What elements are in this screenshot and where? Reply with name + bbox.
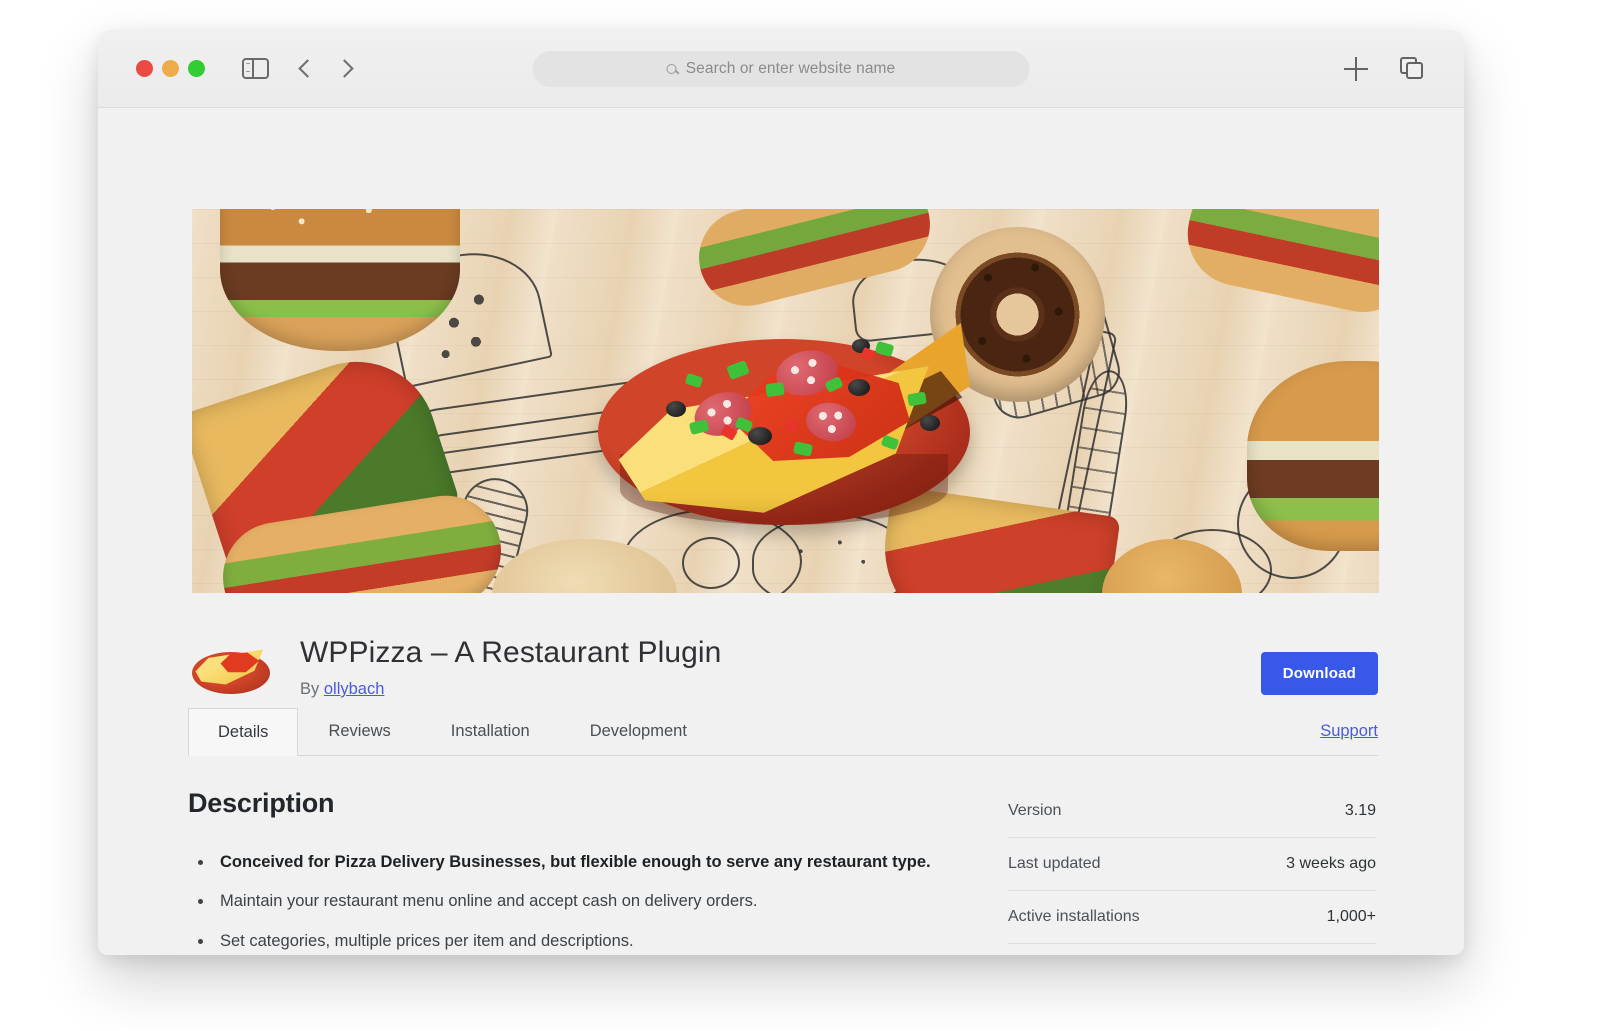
zoom-window-button[interactable] — [188, 60, 205, 77]
description-section: Description Conceived for Pizza Delivery… — [188, 788, 948, 955]
olive-3 — [848, 379, 870, 396]
plugin-banner-image — [192, 209, 1379, 593]
meta-label: Active installations — [1008, 908, 1140, 925]
plugin-meta-table: Version 3.19 Last updated 3 weeks ago Ac… — [1008, 788, 1376, 955]
tab-development[interactable]: Development — [560, 708, 717, 755]
page-content: WPPizza – A Restaurant Plugin By ollybac… — [98, 108, 1464, 955]
meta-value: 3.19 — [1344, 802, 1376, 819]
by-label: By — [300, 680, 320, 698]
list-item: Maintain your restaurant menu online and… — [188, 890, 948, 912]
browser-toolbar: Search or enter website name — [98, 30, 1464, 108]
olive-2 — [748, 427, 772, 445]
download-button[interactable]: Download — [1260, 652, 1378, 695]
meta-row-last-updated: Last updated 3 weeks ago — [1008, 838, 1376, 891]
page-title: WPPizza – A Restaurant Plugin — [300, 636, 722, 669]
plugin-tabs: Details Reviews Installation Development… — [188, 708, 1378, 756]
close-window-button[interactable] — [136, 60, 153, 77]
list-item: Set categories, multiple prices per item… — [188, 930, 948, 952]
basil-5 — [765, 381, 785, 398]
meta-row-active-installations: Active installations 1,000+ — [1008, 891, 1376, 944]
browser-window: Search or enter website name WPPizza – A… — [98, 30, 1464, 955]
description-heading: Description — [188, 788, 335, 818]
plugin-title-block: WPPizza – A Restaurant Plugin By ollybac… — [300, 630, 721, 699]
olive-1 — [666, 401, 686, 417]
meta-value: 3 weeks ago — [1286, 855, 1376, 872]
minimize-window-button[interactable] — [162, 60, 179, 77]
address-bar[interactable]: Search or enter website name — [532, 50, 1030, 87]
meta-value: 1,000+ — [1326, 908, 1376, 925]
plugin-header: WPPizza – A Restaurant Plugin By ollybac… — [188, 630, 1378, 699]
tab-details[interactable]: Details — [188, 708, 299, 756]
sidebar-icon[interactable] — [242, 58, 269, 79]
tab-overview-icon[interactable] — [1400, 56, 1426, 81]
olive-5 — [920, 415, 940, 431]
plugin-body: Description Conceived for Pizza Delivery… — [188, 788, 1378, 955]
chevron-left-icon[interactable] — [298, 59, 317, 78]
navigation-buttons — [298, 59, 354, 78]
plugin-author-line: By ollybach — [300, 680, 721, 699]
support-link[interactable]: Support — [1320, 722, 1378, 741]
list-item: Conceived for Pizza Delivery Businesses,… — [188, 851, 948, 873]
meta-row-version: Version 3.19 — [1008, 796, 1376, 838]
pizza-icon — [188, 642, 274, 698]
tab-installation[interactable]: Installation — [421, 708, 560, 755]
address-bar-placeholder: Search or enter website name — [685, 59, 896, 77]
search-icon — [666, 63, 677, 74]
window-controls — [136, 60, 205, 77]
toolbar-right-actions — [1344, 56, 1426, 81]
tab-reviews[interactable]: Reviews — [298, 708, 420, 755]
chevron-right-icon[interactable] — [335, 59, 354, 78]
meta-label: Last updated — [1008, 855, 1101, 872]
description-feature-list: Conceived for Pizza Delivery Businesses,… — [188, 851, 948, 955]
meta-row-tested-up-to: Tested up to 6.5.5 — [1008, 944, 1376, 955]
plus-icon[interactable] — [1344, 56, 1368, 81]
meta-label: Version — [1008, 802, 1062, 819]
pizza-illustration — [590, 311, 980, 536]
author-link[interactable]: ollybach — [324, 680, 385, 698]
